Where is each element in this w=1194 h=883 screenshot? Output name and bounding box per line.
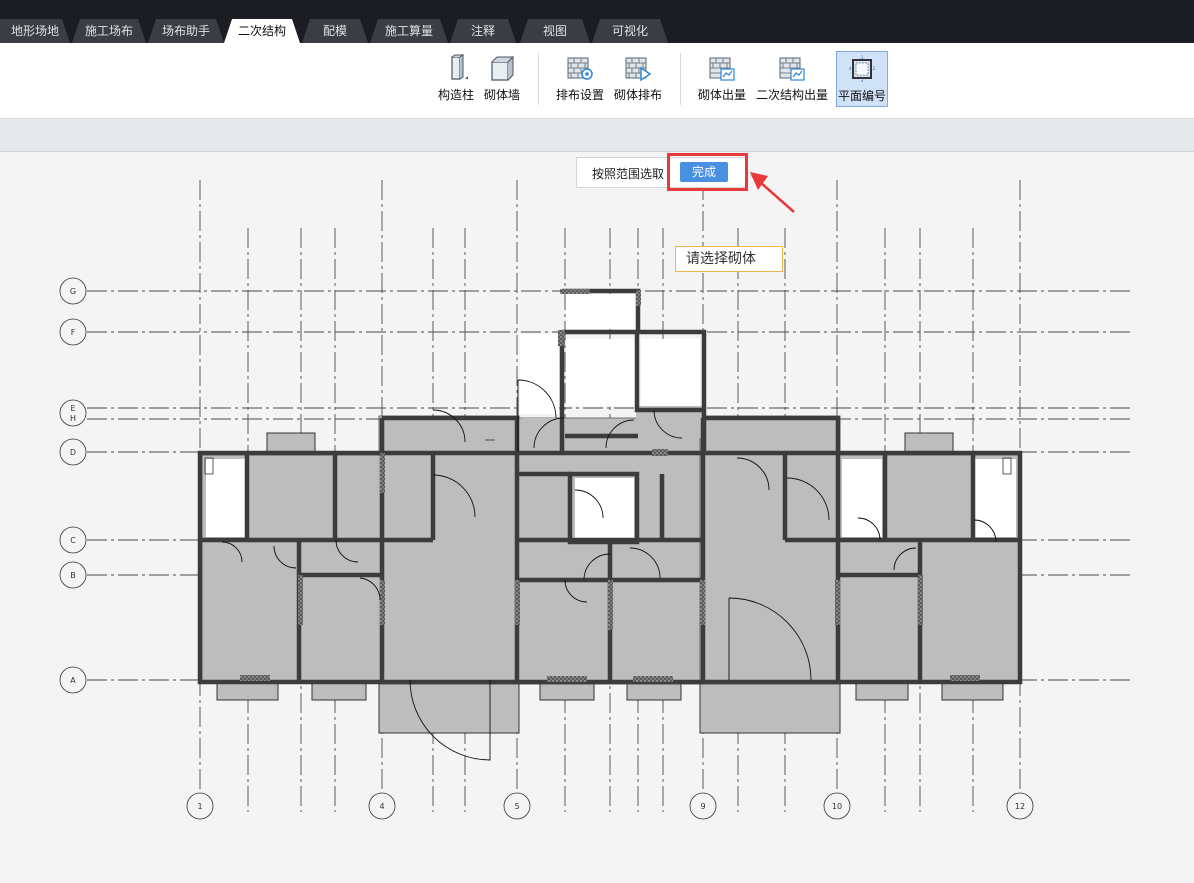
grid-row-b: B	[70, 571, 76, 580]
grid-row-g: G	[70, 287, 76, 296]
grid-row-f: F	[71, 328, 76, 337]
highlight-box	[667, 153, 748, 191]
grid-row-labels: G F E H D C B A	[59, 277, 87, 694]
range-select-label[interactable]: 按照范围选取	[592, 165, 664, 182]
callout-arrow	[750, 172, 795, 213]
grid-col-4: 4	[379, 802, 384, 811]
grid-row-a: A	[70, 676, 76, 685]
prompt-tooltip: 请选择砌体	[675, 246, 783, 272]
grid-col-9: 9	[700, 802, 705, 811]
grid-col-12: 12	[1015, 802, 1025, 811]
floor-plan[interactable]: G F E H D C B A 1 4 5 9 10 12	[0, 0, 1194, 883]
grid-col-5: 5	[514, 802, 519, 811]
grid-row-h: H	[70, 414, 76, 423]
grid-col-10: 10	[832, 802, 842, 811]
grid-row-c: C	[70, 536, 76, 545]
grid-row-e: E	[70, 404, 75, 413]
grid-col-1: 1	[197, 802, 202, 811]
grid-row-d: D	[70, 448, 76, 457]
